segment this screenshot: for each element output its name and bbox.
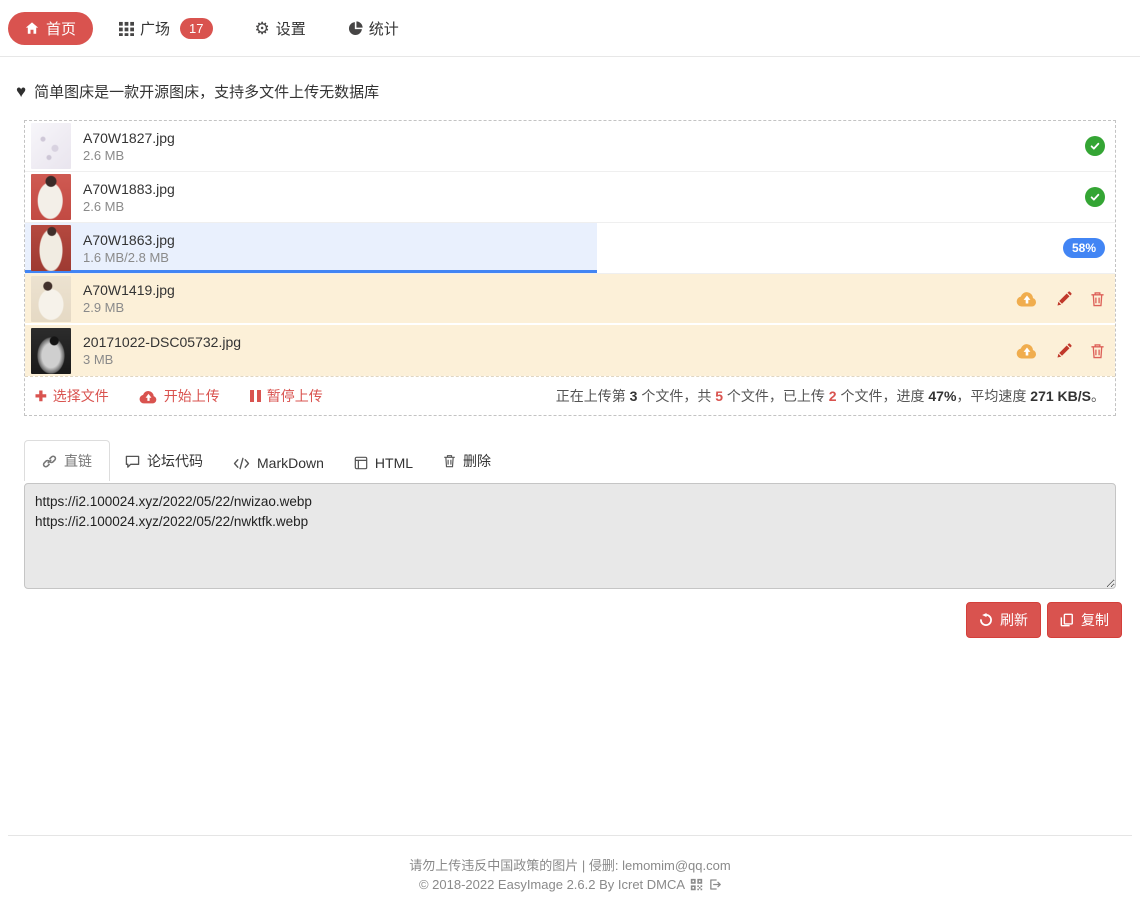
plaza-count-badge: 17: [180, 18, 212, 39]
pause-icon: [250, 390, 261, 402]
tab-forum-code[interactable]: 论坛代码: [110, 441, 218, 481]
nav-plaza-button[interactable]: 广场 17: [119, 18, 212, 39]
file-name: A70W1827.jpg: [83, 130, 175, 146]
upload-dropzone[interactable]: A70W1827.jpg 2.6 MB A70W1883.jpg 2.6 MB: [24, 120, 1116, 416]
nav-home-button[interactable]: 首页: [8, 12, 93, 45]
success-check-icon: [1085, 187, 1105, 207]
upload-file-icon[interactable]: [1016, 342, 1038, 359]
upload-status-text: 正在上传第 3 个文件，共 5 个文件，已上传 2 个文件，进度 47%，平均速…: [556, 386, 1105, 406]
nav-settings-label: 设置: [276, 18, 306, 39]
refresh-icon: [979, 613, 993, 627]
sign-out-icon[interactable]: [708, 878, 721, 891]
footer-divider: [8, 835, 1132, 836]
top-nav: 首页 广场 17 ⚙ 设置 统计: [0, 0, 1140, 57]
upload-file-icon[interactable]: [1016, 290, 1038, 307]
tab-forum-code-label: 论坛代码: [147, 451, 203, 471]
output-tabs: 直链 论坛代码 MarkDown HTML 删除: [24, 440, 1116, 481]
file-name: 20171022-DSC05732.jpg: [83, 334, 241, 350]
refresh-label: 刷新: [1000, 610, 1028, 630]
choose-files-label: 选择文件: [53, 386, 109, 406]
pause-upload-label: 暂停上传: [267, 386, 323, 406]
edit-file-icon[interactable]: [1056, 291, 1072, 307]
copy-button[interactable]: 复制: [1047, 602, 1122, 638]
nav-stats-label: 统计: [369, 18, 399, 39]
comment-icon: [125, 454, 140, 469]
uploader-toolbar: ✚ 选择文件 开始上传 暂停上传 正在上传第 3 个文件，共 5 个文件，已上传…: [25, 376, 1115, 415]
file-name: A70W1863.jpg: [83, 232, 175, 248]
file-row-queued: A70W1419.jpg 2.9 MB: [25, 274, 1115, 325]
tagline: ♥ 简单图床是一款开源图床，支持多文件上传无数据库: [16, 81, 1140, 102]
choose-files-button[interactable]: ✚ 选择文件: [35, 386, 109, 406]
tab-direct-link[interactable]: 直链: [24, 440, 110, 481]
nav-plaza-label: 广场: [140, 18, 170, 39]
heart-icon: ♥: [16, 83, 26, 100]
gear-icon: ⚙: [255, 20, 270, 37]
tab-delete[interactable]: 删除: [428, 441, 506, 481]
file-name: A70W1419.jpg: [83, 282, 175, 298]
nav-settings-button[interactable]: ⚙ 设置: [255, 18, 306, 39]
link-icon: [42, 454, 57, 469]
home-icon: [25, 21, 39, 35]
start-upload-button[interactable]: 开始上传: [139, 386, 220, 406]
file-row-uploading: A70W1863.jpg 1.6 MB/2.8 MB 58%: [25, 223, 1115, 274]
links-output-textarea[interactable]: https://i2.100024.xyz/2022/05/22/nwizao.…: [24, 483, 1116, 589]
file-size: 1.6 MB/2.8 MB: [83, 250, 175, 265]
copy-label: 复制: [1081, 610, 1109, 630]
edit-file-icon[interactable]: [1056, 343, 1072, 359]
file-row: A70W1827.jpg 2.6 MB: [25, 121, 1115, 172]
trash-icon: [443, 454, 456, 468]
footer-copyright-text: © 2018-2022 EasyImage 2.6.2 By Icret DMC…: [419, 875, 685, 894]
pie-chart-icon: [348, 21, 363, 36]
cloud-upload-icon: [139, 389, 158, 404]
delete-file-icon[interactable]: [1090, 343, 1105, 359]
file-row: A70W1883.jpg 2.6 MB: [25, 172, 1115, 223]
tab-html[interactable]: HTML: [339, 445, 428, 481]
file-size: 2.6 MB: [83, 199, 175, 214]
file-size: 3 MB: [83, 352, 241, 367]
copy-icon: [1060, 613, 1074, 627]
file-thumbnail: [31, 328, 71, 374]
file-size: 2.9 MB: [83, 300, 175, 315]
file-thumbnail: [31, 123, 71, 169]
qr-code-icon[interactable]: [690, 878, 703, 891]
delete-file-icon[interactable]: [1090, 291, 1105, 307]
footer: 请勿上传违反中国政策的图片 | 侵删: lemomim@qq.com © 201…: [0, 835, 1140, 906]
nav-stats-button[interactable]: 统计: [348, 18, 399, 39]
grid-icon: [119, 21, 134, 36]
pause-upload-button[interactable]: 暂停上传: [250, 386, 323, 406]
success-check-icon: [1085, 136, 1105, 156]
tab-direct-link-label: 直链: [64, 451, 92, 471]
footer-policy-line: 请勿上传违反中国政策的图片 | 侵删: lemomim@qq.com: [0, 856, 1140, 875]
tab-markdown-label: MarkDown: [257, 455, 324, 471]
code-icon: [233, 457, 250, 470]
tab-html-label: HTML: [375, 455, 413, 471]
tab-markdown[interactable]: MarkDown: [218, 445, 339, 481]
start-upload-label: 开始上传: [164, 386, 220, 406]
nav-home-label: 首页: [46, 18, 76, 39]
progress-percent-badge: 58%: [1063, 238, 1105, 258]
file-size: 2.6 MB: [83, 148, 175, 163]
file-thumbnail: [31, 174, 71, 220]
footer-copyright-line: © 2018-2022 EasyImage 2.6.2 By Icret DMC…: [0, 875, 1140, 894]
refresh-button[interactable]: 刷新: [966, 602, 1041, 638]
file-row-queued: 20171022-DSC05732.jpg 3 MB: [25, 325, 1115, 376]
html-doc-icon: [354, 456, 368, 470]
file-thumbnail: [31, 276, 71, 322]
tagline-text: 简单图床是一款开源图床，支持多文件上传无数据库: [34, 81, 379, 102]
plus-icon: ✚: [35, 389, 47, 403]
file-name: A70W1883.jpg: [83, 181, 175, 197]
tab-delete-label: 删除: [463, 451, 491, 471]
file-thumbnail: [31, 225, 71, 271]
output-buttons: 刷新 复制: [0, 602, 1122, 638]
